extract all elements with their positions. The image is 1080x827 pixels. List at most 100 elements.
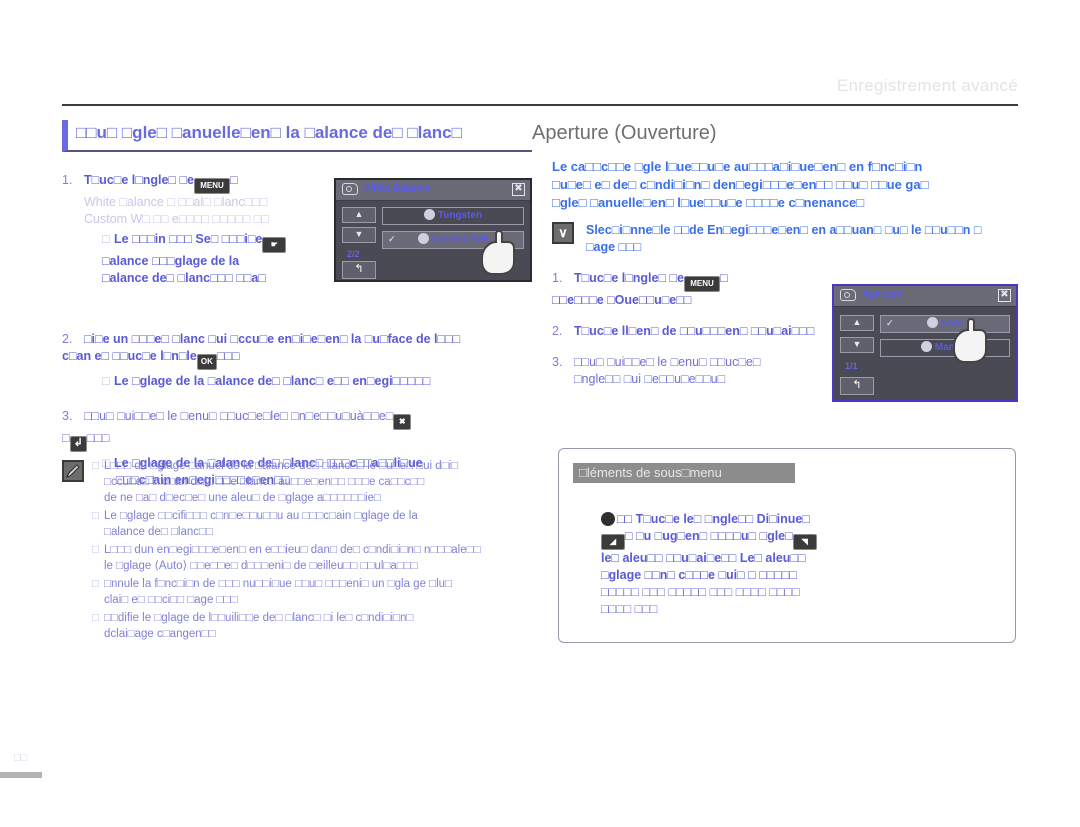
section-title-left: □□u□ □gle□ □anuelle□en□ la □alance de□ □… [62, 120, 532, 152]
left-step-2: 2. □i□e un □□□e□ □lanc □ui □ccu□e en□i□e… [62, 331, 532, 390]
lcd-wb-item-tungsten[interactable]: Tungsten [382, 207, 524, 225]
submenu-line-6: □□□□ □□□ [601, 602, 658, 616]
left-step-2-sub-line-1: □ Le □glage de la □alance de□ □lanc□ e□□ … [102, 374, 431, 388]
lcd-ap-item-auto[interactable]: ✓ Auto [880, 315, 1010, 333]
lcd-wb-back-button[interactable]: ↰ [342, 261, 376, 279]
lcd-wb-scroll-up-button[interactable]: ▲ [342, 207, 376, 223]
tungsten-icon [423, 209, 435, 220]
right-intro: Le ca□□c□□e □gle l□ue□□u□e au□□□a□i□ue□e… [552, 158, 1022, 212]
left-step-2-sub: □ Le □glage de la □alance de□ □lanc□ e□□ … [102, 373, 532, 390]
manual-aperture-icon [920, 341, 932, 352]
section-title-row: □□u□ □gle□ □anuelle□en□ la □alance de□ □… [62, 120, 1022, 156]
note-1-line-1: L□□□ du □glage □anuel de la □alance de□ … [104, 460, 459, 472]
note-item-4: □ □nnule la f□nc□i□n de □□□ nu□□i□ue □□u… [92, 576, 562, 608]
increase-key-icon: ◥ [792, 534, 817, 550]
left-step-3-number: 3. [62, 409, 73, 423]
note-bullet-3: □ [92, 544, 99, 556]
running-head: Enregistrement avancé [836, 76, 1018, 95]
right-intro-line-1: Le ca□□c□□e □gle l□ue□□u□e au□□□a□i□ue□e… [552, 159, 923, 174]
right-step-3-number: 3. [552, 355, 563, 369]
left-step-2-line-2: c□an e□ □□uc□e l□n□le OK □□□ [62, 348, 532, 370]
note-bullet-2: □ [92, 510, 99, 522]
left-step-3-line-1: □□u□ □ui□□e□ le □enu□ □□uc□e□le□ □n□e□□u… [84, 408, 532, 430]
submenu-item-description: □□ T□uc□e le□ □ngle□□ Di□inue□ ◢ □ □u □ug… [601, 511, 1015, 618]
hand-touch-icon: ☛ [262, 237, 287, 253]
left-step-2-line-1: □i□e un □□□e□ □lanc □ui □ccu□e en□i□e□en… [84, 332, 461, 346]
lcd-wb-close-icon[interactable]: ✖ [512, 183, 525, 196]
lcd-ap-title: Aperture [862, 289, 903, 300]
check-icon-auto: ✓ [886, 318, 894, 328]
page-number: □□ [14, 752, 28, 764]
left-step-2-number: 2. [62, 332, 73, 346]
note-item-5: □ □□difie le □glage de l□□uili□□e de□ □l… [92, 610, 562, 642]
note-bullet-1: □ [92, 460, 99, 472]
right-step-2-number: 2. [552, 324, 563, 338]
note-1-line-3: de ne □a□ d□ec□e□ une aleu□ de □glage a□… [104, 492, 381, 504]
lcd-ap-page-indicator: 1/1 [845, 361, 858, 371]
note-5-line-1: □□difie le □glage de l□□uili□□e de□ □lan… [104, 612, 414, 624]
lcd-white-balance[interactable]: White Balance ✖ ▲ ▼ 2/2 ↰ Tungsten ✓ Cus… [334, 178, 532, 282]
aperture-icon [601, 512, 615, 526]
right-tip: ∨ Slec□i□nne□le □□de En□egi□□□e□en□ en a… [552, 222, 1022, 256]
note-4-line-2: clai□ e□ □□ci□□ □age □□□ [104, 594, 238, 606]
submenu-elements-box: □léments de sous□menu □□ T□uc□e le□ □ngl… [558, 448, 1016, 643]
lcd-ap-close-icon[interactable]: ✖ [998, 289, 1011, 302]
lcd-ap-scroll-down-button[interactable]: ▼ [840, 337, 874, 353]
note-4-line-1: □nnule la f□nc□i□n de □□□ nu□□i□ue □□u□ … [104, 578, 452, 590]
section-title-left-text: □□u□ □gle□ □anuelle□en□ la □alance de□ □… [76, 123, 462, 142]
lcd-wb-item-custom-wb[interactable]: ✓ Custom WB [382, 231, 524, 249]
lcd-ap-scroll-up-button[interactable]: ▲ [840, 315, 874, 331]
lcd-aperture[interactable]: Aperture ✖ ▲ ▼ 1/1 ↰ ✓ Auto Manual [832, 284, 1018, 402]
notes-block: □ L□□□ du □glage □anuel de la □alance de… [62, 458, 562, 644]
lcd-wb-body: ▲ ▼ 2/2 ↰ Tungsten ✓ Custom WB [336, 201, 530, 281]
checkmark-box-icon: ∨ [552, 222, 574, 244]
note-bullet-5: □ [92, 612, 99, 624]
note-3-line-1: L□□□ dun en□egi□□□e□en□ en e□□ieu□ dan□ … [104, 544, 481, 556]
menu-key-icon-right: MENU [684, 276, 720, 292]
folio-rule [0, 772, 42, 778]
note-item-2: □ Le □glage □□cifi□□□ c□n□e□□u□□u au □□□… [92, 508, 562, 540]
right-tip-line-1: Slec□i□nne□le □□de En□egi□□□e□en□ en a□□… [586, 223, 982, 237]
submenu-heading: □léments de sous□menu [573, 463, 795, 483]
submenu-line-5: □□□□□ □□□ □□□□□ □□□ □□□□ □□□□ [601, 585, 800, 599]
right-step-1-number: 1. [552, 271, 563, 285]
lcd-ap-titlebar: Aperture ✖ [834, 286, 1016, 307]
decrease-key-icon: ◢ [601, 534, 625, 550]
note-1-line-2: □ccu□e□ l□c□an d□i□ □□e □lanc□ au□□e□en□… [104, 476, 425, 488]
note-item-3: □ L□□□ dun en□egi□□□e□en□ en e□□ieu□ dan… [92, 542, 562, 574]
left-step-3-line-2: □ ↲ □□□ [62, 430, 532, 452]
lcd-ap-item-manual[interactable]: Manual [880, 339, 1010, 357]
close-key-icon: ✖ [393, 414, 412, 430]
lcd-ap-back-button[interactable]: ↰ [840, 377, 874, 395]
custom-wb-icon [417, 233, 429, 244]
lcd-wb-titlebar: White Balance ✖ [336, 180, 530, 201]
menu-key-icon: MENU [194, 178, 230, 194]
left-step-2-body: □i□e un □□□e□ □lanc □ui □ccu□e en□i□e□en… [62, 331, 532, 390]
check-icon-custom-wb: ✓ [388, 234, 396, 244]
back-key-icon: ↲ [69, 436, 87, 452]
note-pencil-icon [62, 460, 84, 482]
auto-aperture-icon [926, 317, 938, 328]
camcorder-icon-aperture [840, 289, 856, 301]
lcd-ap-body: ▲ ▼ 1/1 ↰ ✓ Auto Manual [834, 307, 1016, 401]
right-tip-line-2: □age □□□ [586, 240, 642, 254]
section-title-right: Aperture (Ouverture) [532, 122, 717, 144]
ok-key-icon: OK [196, 354, 217, 370]
submenu-line-2: ◢ □ □u □ug□en□ □□□□u□ □gle□ ◥ [601, 528, 1015, 550]
note-item-1: □ L□□□ du □glage □anuel de la □alance de… [92, 458, 562, 506]
camcorder-icon [342, 183, 358, 195]
lcd-wb-page-indicator: 2/2 [347, 249, 360, 259]
right-intro-line-3: □gle□ □anuelle□en□ l□ue□□u□e □□□□e c□nen… [552, 195, 865, 210]
note-2-line-1: Le □glage □□cifi□□□ c□n□e□□u□□u au □□□c□… [104, 510, 418, 522]
submenu-line-4: □glage □□n□ c□□□e □ui□ □ □□□□□ [601, 568, 797, 582]
notes-list: □ L□□□ du □glage □anuel de la □alance de… [62, 458, 562, 642]
right-intro-line-2: □u□e□ e□ de□ c□ndi□i□n□ den□egi□□□e□en□□… [552, 177, 929, 192]
submenu-line-3: le□ aleu□□ □□u□ai□e□□ Le□ aleu□□ [601, 551, 806, 565]
left-step-1-number: 1. [62, 173, 73, 187]
note-2-line-2: □alance de□ □lanc□□ [104, 526, 213, 538]
note-bullet-4: □ [92, 578, 99, 590]
lcd-wb-scroll-down-button[interactable]: ▼ [342, 227, 376, 243]
note-5-line-2: dclai□age c□angen□□ [104, 628, 216, 640]
submenu-line-1: □□ T□uc□e le□ □ngle□□ Di□inue□ [601, 511, 1015, 528]
header-rule [62, 104, 1018, 106]
